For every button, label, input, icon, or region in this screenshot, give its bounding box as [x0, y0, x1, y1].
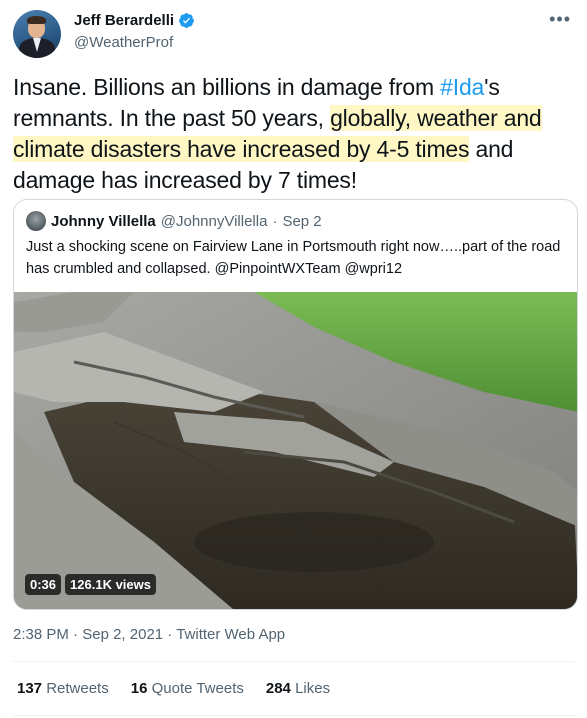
likes-stat[interactable]: 284 Likes [266, 680, 330, 697]
retweets-count: 137 [17, 680, 43, 697]
tweet-date[interactable]: Sep 2, 2021 [82, 626, 163, 643]
tweet-meta: 2:38 PM · Sep 2, 2021 · Twitter Web App [13, 626, 285, 643]
tweet-stats: 137 Retweets 16 Quote Tweets 284 Likes [17, 680, 330, 697]
video-badges: 0:36 126.1K views [25, 574, 156, 595]
quoted-author-handle[interactable]: @JohnnyVillella [161, 213, 268, 230]
divider [13, 715, 575, 716]
quoted-tweet-card[interactable]: Johnny Villella @JohnnyVillella · Sep 2 … [13, 199, 578, 610]
retweets-label: Retweets [42, 680, 109, 697]
video-thumbnail [14, 292, 577, 609]
quote-tweets-label: Quote Tweets [147, 680, 244, 697]
quoted-tweet-header: Johnny Villella @JohnnyVillella · Sep 2 [26, 211, 322, 231]
verified-badge-icon [179, 13, 194, 28]
video-views-badge: 126.1K views [65, 574, 156, 595]
author-handle[interactable]: @WeatherProf [74, 34, 173, 51]
tweet-text-part: Insane. Billions an billions in damage f… [13, 74, 441, 100]
quoted-separator: · [272, 212, 278, 230]
meta-separator: · [68, 626, 83, 643]
avatar-hair-shape [27, 16, 46, 24]
quoted-date[interactable]: Sep 2 [282, 213, 321, 230]
divider [13, 661, 575, 662]
author-display-name[interactable]: Jeff Berardelli [74, 12, 174, 29]
retweets-stat[interactable]: 137 Retweets [17, 680, 109, 697]
tweet-text: Insane. Billions an billions in damage f… [13, 72, 578, 196]
quoted-author-name[interactable]: Johnny Villella [51, 213, 156, 230]
hashtag-link[interactable]: #Ida [440, 74, 484, 100]
quote-tweets-count: 16 [130, 680, 148, 697]
quote-tweets-stat[interactable]: 16 Quote Tweets [131, 680, 244, 697]
tweet-source[interactable]: Twitter Web App [176, 626, 285, 643]
likes-label: Likes [290, 680, 331, 697]
video-duration-badge: 0:36 [25, 574, 62, 595]
meta-separator: · [163, 626, 177, 643]
quoted-author-avatar[interactable] [26, 211, 46, 231]
author-avatar[interactable] [13, 10, 61, 58]
video-player[interactable]: 0:36 126.1K views [14, 292, 577, 609]
author-name-row: Jeff Berardelli [74, 12, 195, 29]
more-horizontal-icon[interactable]: ••• [549, 10, 571, 28]
tweet-header: Jeff Berardelli @WeatherProf ••• [13, 10, 575, 60]
quoted-tweet-text: Just a shocking scene on Fairview Lane i… [26, 239, 561, 277]
tweet-time[interactable]: 2:38 PM [13, 626, 69, 643]
likes-count: 284 [265, 680, 291, 697]
